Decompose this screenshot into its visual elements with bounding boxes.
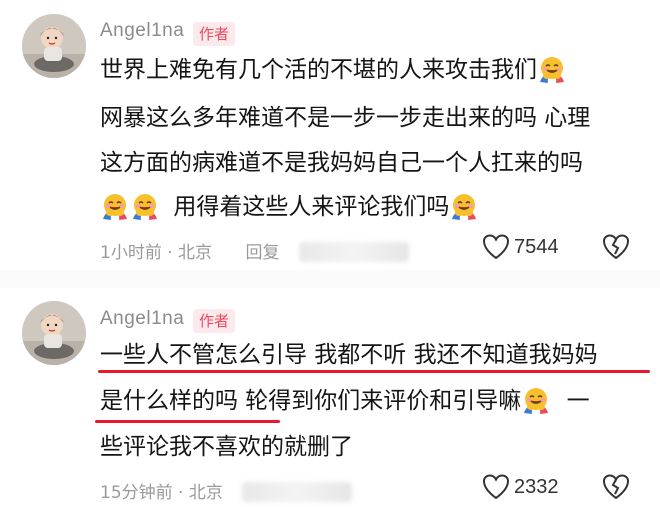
blurred-region <box>242 482 353 502</box>
reply-link[interactable]: 回复 <box>245 243 279 263</box>
timestamp: 15分钟前 <box>100 483 173 503</box>
hugging-face-emoji-icon <box>132 193 158 220</box>
comment-text-line: 是什么样的吗 轮得到你们来评价和引导嘛 一 <box>100 386 590 416</box>
comment-text: 用得着这些人来评论我们吗 <box>173 194 450 220</box>
author-badge: 作者 <box>193 22 236 46</box>
highlight-underline <box>98 370 650 373</box>
comment-text-line: 用得着这些人来评论我们吗 <box>100 192 479 222</box>
comment-text-line: 这方面的病难道不是我妈妈自己一个人扛来的吗 <box>100 148 583 178</box>
hugging-face-emoji-icon <box>523 387 550 414</box>
comment-text-line: 一些人不管怎么引导 我都不听 我还不知道我妈妈 <box>100 340 598 370</box>
hugging-face-emoji-icon <box>539 56 565 83</box>
comment-text-line: 世界上难免有几个活的不堪的人来攻击我们 <box>100 55 567 85</box>
comment-divider <box>0 270 660 288</box>
avatar[interactable] <box>22 14 86 78</box>
like-count: 7544 <box>514 235 559 258</box>
like-count: 2332 <box>514 475 559 498</box>
heart-outline-icon <box>482 234 510 260</box>
timestamp: 1小时前 <box>100 243 162 263</box>
heart-outline-icon <box>482 474 510 500</box>
comment-text-line: 些评论我不喜欢的就删了 <box>100 432 353 462</box>
broken-heart-icon[interactable] <box>602 234 630 260</box>
like-button[interactable]: 2332 <box>482 474 559 500</box>
comment-text: 一 <box>566 388 590 414</box>
comment-text: 一些人不管怎么引导 我都不听 我还不知道我妈妈 <box>100 342 598 368</box>
highlight-underline <box>95 420 280 423</box>
comment-text: 世界上难免有几个活的不堪的人来攻击我们 <box>100 57 537 83</box>
comment-meta: 1小时前 · 北京 回复 <box>100 238 409 263</box>
hugging-face-emoji-icon <box>102 193 128 220</box>
location: 北京 <box>178 243 213 263</box>
broken-heart-icon[interactable] <box>602 474 630 500</box>
author-badge: 作者 <box>193 309 236 333</box>
comment-text: 这方面的病难道不是我妈妈自己一个人扛来的吗 <box>100 150 583 176</box>
hugging-face-emoji-icon <box>451 193 478 220</box>
like-button[interactable]: 7544 <box>482 234 559 260</box>
comment-text: 是什么样的吗 轮得到你们来评价和引导嘛 <box>100 388 522 414</box>
location: 北京 <box>188 483 223 503</box>
blurred-region <box>298 242 409 262</box>
comment-text-line: 网暴这么多年难道不是一步一步走出来的吗 心理 <box>100 103 590 133</box>
comment-text: 些评论我不喜欢的就删了 <box>100 434 353 460</box>
comment-text: 网暴这么多年难道不是一步一步走出来的吗 心理 <box>100 105 591 131</box>
comment-meta: 15分钟前 · 北京 <box>100 478 353 503</box>
username[interactable]: Angel1na <box>100 20 184 42</box>
username[interactable]: Angel1na <box>100 308 184 330</box>
avatar[interactable] <box>22 301 86 365</box>
